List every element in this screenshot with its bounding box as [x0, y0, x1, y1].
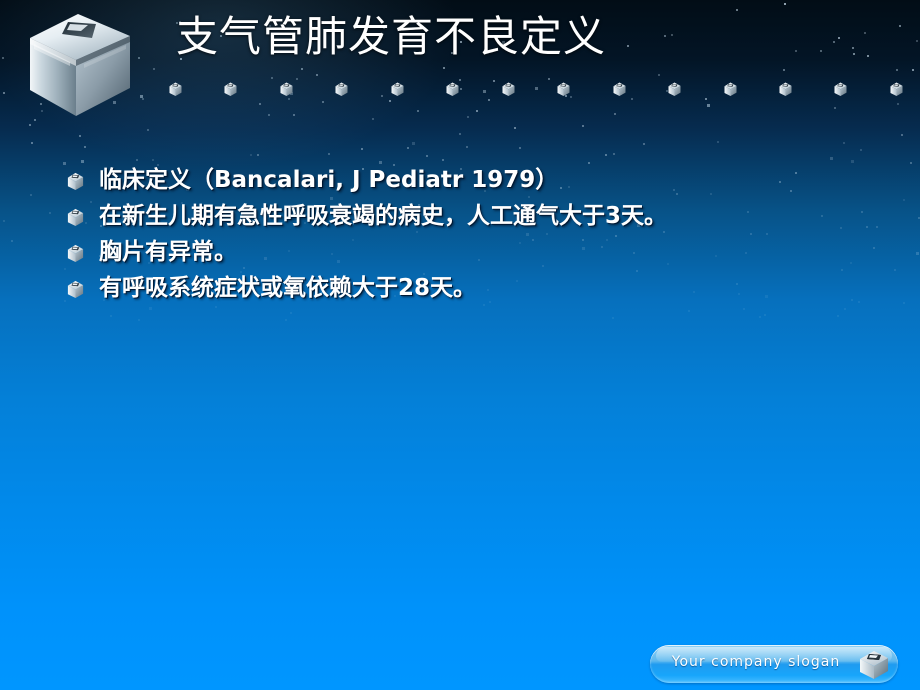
slide-title: 支气管肺发育不良定义: [176, 12, 607, 61]
mini-cube-icon: [778, 80, 793, 97]
cube-divider-row: [168, 78, 904, 98]
mini-cube-icon: [723, 80, 738, 97]
bullet-text: 有呼吸系统症状或氧依赖大于28天。: [99, 275, 477, 301]
bullet-list: 临床定义（Bancalari, J Pediatr 1979） 在新生儿期有急性呼…: [66, 164, 886, 308]
cube-bullet-icon: [66, 206, 85, 227]
footer-slogan-bar[interactable]: Your company slogan: [650, 645, 905, 683]
bullet-item: 胸片有异常。: [66, 236, 886, 272]
presentation-slide: 支气管肺发育不良定义 临床定义（Bancalari, J Pediatr 197…: [0, 0, 920, 690]
mini-cube-icon: [501, 80, 516, 97]
slogan-text: Your company slogan: [671, 654, 841, 670]
mini-cube-icon: [833, 80, 848, 97]
mini-cube-icon: [445, 80, 460, 97]
bullet-text: 在新生儿期有急性呼吸衰竭的病史，人工通气大于3天。: [99, 203, 668, 229]
mini-cube-icon: [612, 80, 627, 97]
cube-bullet-icon: [66, 278, 85, 299]
mini-cube-icon: [334, 80, 349, 97]
bullet-item: 临床定义（Bancalari, J Pediatr 1979）: [66, 164, 886, 200]
mini-cube-icon: [168, 80, 183, 97]
mini-cube-icon: [667, 80, 682, 97]
mini-cube-icon: [390, 80, 405, 97]
cube-bullet-icon: [66, 170, 85, 191]
cube-icon: [855, 646, 893, 682]
cube-bullet-icon: [66, 242, 85, 263]
bullet-item: 有呼吸系统症状或氧依赖大于28天。: [66, 272, 886, 308]
bullet-text: 临床定义（Bancalari, J Pediatr 1979）: [99, 167, 559, 193]
mini-cube-icon: [223, 80, 238, 97]
mini-cube-icon: [556, 80, 571, 97]
mini-cube-icon: [279, 80, 294, 97]
mini-cube-icon: [889, 80, 904, 97]
bullet-text: 胸片有异常。: [99, 239, 237, 265]
bullet-item: 在新生儿期有急性呼吸衰竭的病史，人工通气大于3天。: [66, 200, 886, 236]
metallic-cube-logo-icon: [18, 4, 146, 122]
